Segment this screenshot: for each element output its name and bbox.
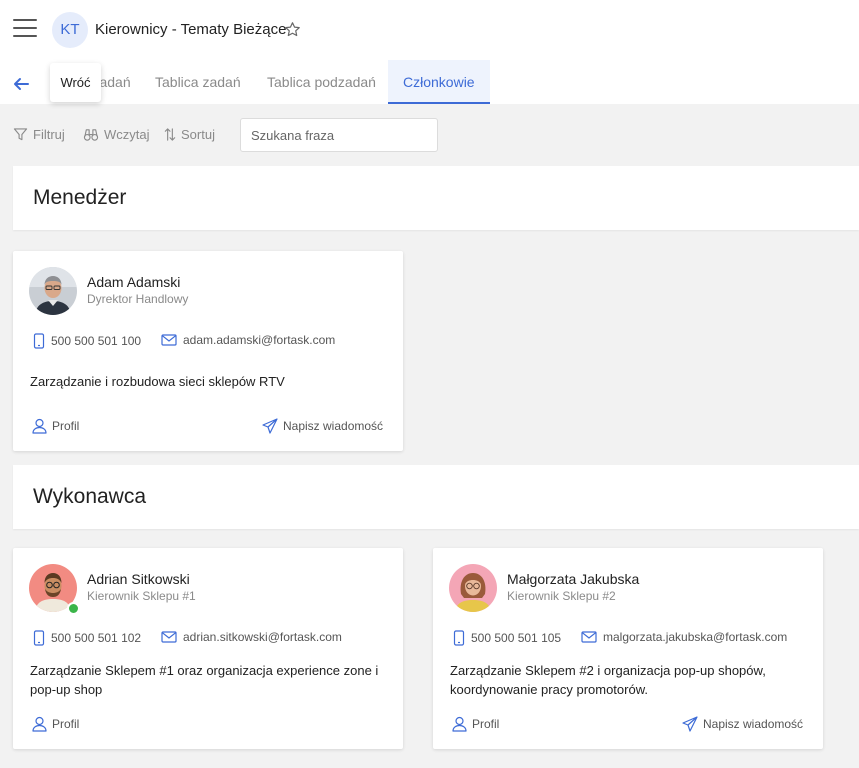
email-address: malgorzata.jakubska@fortask.com [603, 630, 788, 644]
tab-members[interactable]: Członkowie [388, 60, 490, 104]
profile-label: Profil [52, 717, 80, 731]
member-role: Dyrektor Handlowy [87, 292, 189, 306]
tab-subtask-board[interactable]: Tablica podzadań [267, 60, 376, 104]
filter-icon [13, 127, 33, 142]
member-name[interactable]: Adrian Sitkowski [87, 571, 190, 587]
online-status-indicator [67, 602, 80, 615]
send-message-link[interactable]: Napisz wiadomość [682, 716, 803, 732]
message-label: Napisz wiadomość [703, 717, 804, 731]
phone-number: 500 500 501 100 [51, 334, 142, 348]
member-card: Adam Adamski Dyrektor Handlowy 500 500 5… [13, 251, 403, 451]
email-contact[interactable]: adam.adamski@fortask.com [161, 333, 335, 347]
tab-task-board[interactable]: Tablica zadań [155, 60, 241, 104]
binoculars-icon [83, 127, 104, 142]
user-icon [32, 418, 52, 434]
avatar[interactable] [29, 267, 77, 315]
message-label: Napisz wiadomość [283, 419, 384, 433]
member-description: Zarządzanie Sklepem #1 oraz organizacja … [30, 663, 379, 697]
member-card: Małgorzata Jakubska Kierownik Sklepu #2 … [433, 548, 823, 749]
mail-icon [581, 631, 603, 643]
avatar[interactable] [449, 564, 497, 612]
phone-number: 500 500 501 105 [471, 631, 562, 645]
profile-link[interactable]: Profil [452, 716, 499, 732]
profile-label: Profil [52, 419, 80, 433]
project-avatar: KT [52, 12, 88, 48]
phone-contact[interactable]: 500 500 501 102 [33, 630, 141, 646]
profile-link[interactable]: Profil [32, 716, 79, 732]
send-icon [682, 716, 703, 732]
member-card: Adrian Sitkowski Kierownik Sklepu #1 500… [13, 548, 403, 749]
mail-icon [161, 334, 183, 346]
send-icon [262, 418, 283, 434]
mail-icon [161, 631, 183, 643]
top-header: KT Kierownicy - Tematy Bieżące [0, 0, 859, 61]
phone-icon [33, 630, 51, 646]
profile-label: Profil [472, 717, 500, 731]
member-description: Zarządzanie i rozbudowa sieci sklepów RT… [30, 374, 285, 389]
email-contact[interactable]: adrian.sitkowski@fortask.com [161, 630, 342, 644]
email-address: adrian.sitkowski@fortask.com [183, 630, 342, 644]
section-title: Wykonawca [33, 485, 147, 508]
sort-icon [164, 127, 181, 142]
member-role: Kierownik Sklepu #2 [507, 589, 616, 603]
back-tooltip: Wróć [50, 63, 101, 102]
search-input[interactable] [240, 118, 438, 152]
menu-icon[interactable] [13, 19, 37, 41]
load-label: Wczytaj [104, 127, 150, 142]
phone-number: 500 500 501 102 [51, 631, 142, 645]
phone-icon [453, 630, 471, 646]
send-message-link[interactable]: Napisz wiadomość [262, 418, 383, 434]
profile-link[interactable]: Profil [32, 418, 79, 434]
email-contact[interactable]: malgorzata.jakubska@fortask.com [581, 630, 787, 644]
member-role: Kierownik Sklepu #1 [87, 589, 196, 603]
back-arrow-icon[interactable] [12, 75, 30, 93]
member-description: Zarządzanie Sklepem #2 i organizacja pop… [450, 663, 766, 697]
sort-label: Sortuj [181, 127, 215, 142]
sort-button[interactable]: Sortuj [164, 127, 215, 142]
user-icon [32, 716, 52, 732]
member-name[interactable]: Małgorzata Jakubska [507, 571, 639, 587]
phone-icon [33, 333, 51, 349]
filter-button[interactable]: Filtruj [13, 127, 65, 142]
email-address: adam.adamski@fortask.com [183, 333, 336, 347]
section-title: Menedżer [33, 186, 127, 209]
section-executor: Wykonawca [13, 465, 859, 529]
section-manager: Menedżer [13, 166, 859, 230]
phone-contact[interactable]: 500 500 501 100 [33, 333, 141, 349]
star-icon[interactable] [284, 21, 301, 38]
member-name[interactable]: Adam Adamski [87, 274, 180, 290]
user-icon [452, 716, 472, 732]
phone-contact[interactable]: 500 500 501 105 [453, 630, 561, 646]
filter-label: Filtruj [33, 127, 65, 142]
project-title: Kierownicy - Tematy Bieżące [95, 21, 287, 38]
load-button[interactable]: Wczytaj [83, 127, 150, 142]
